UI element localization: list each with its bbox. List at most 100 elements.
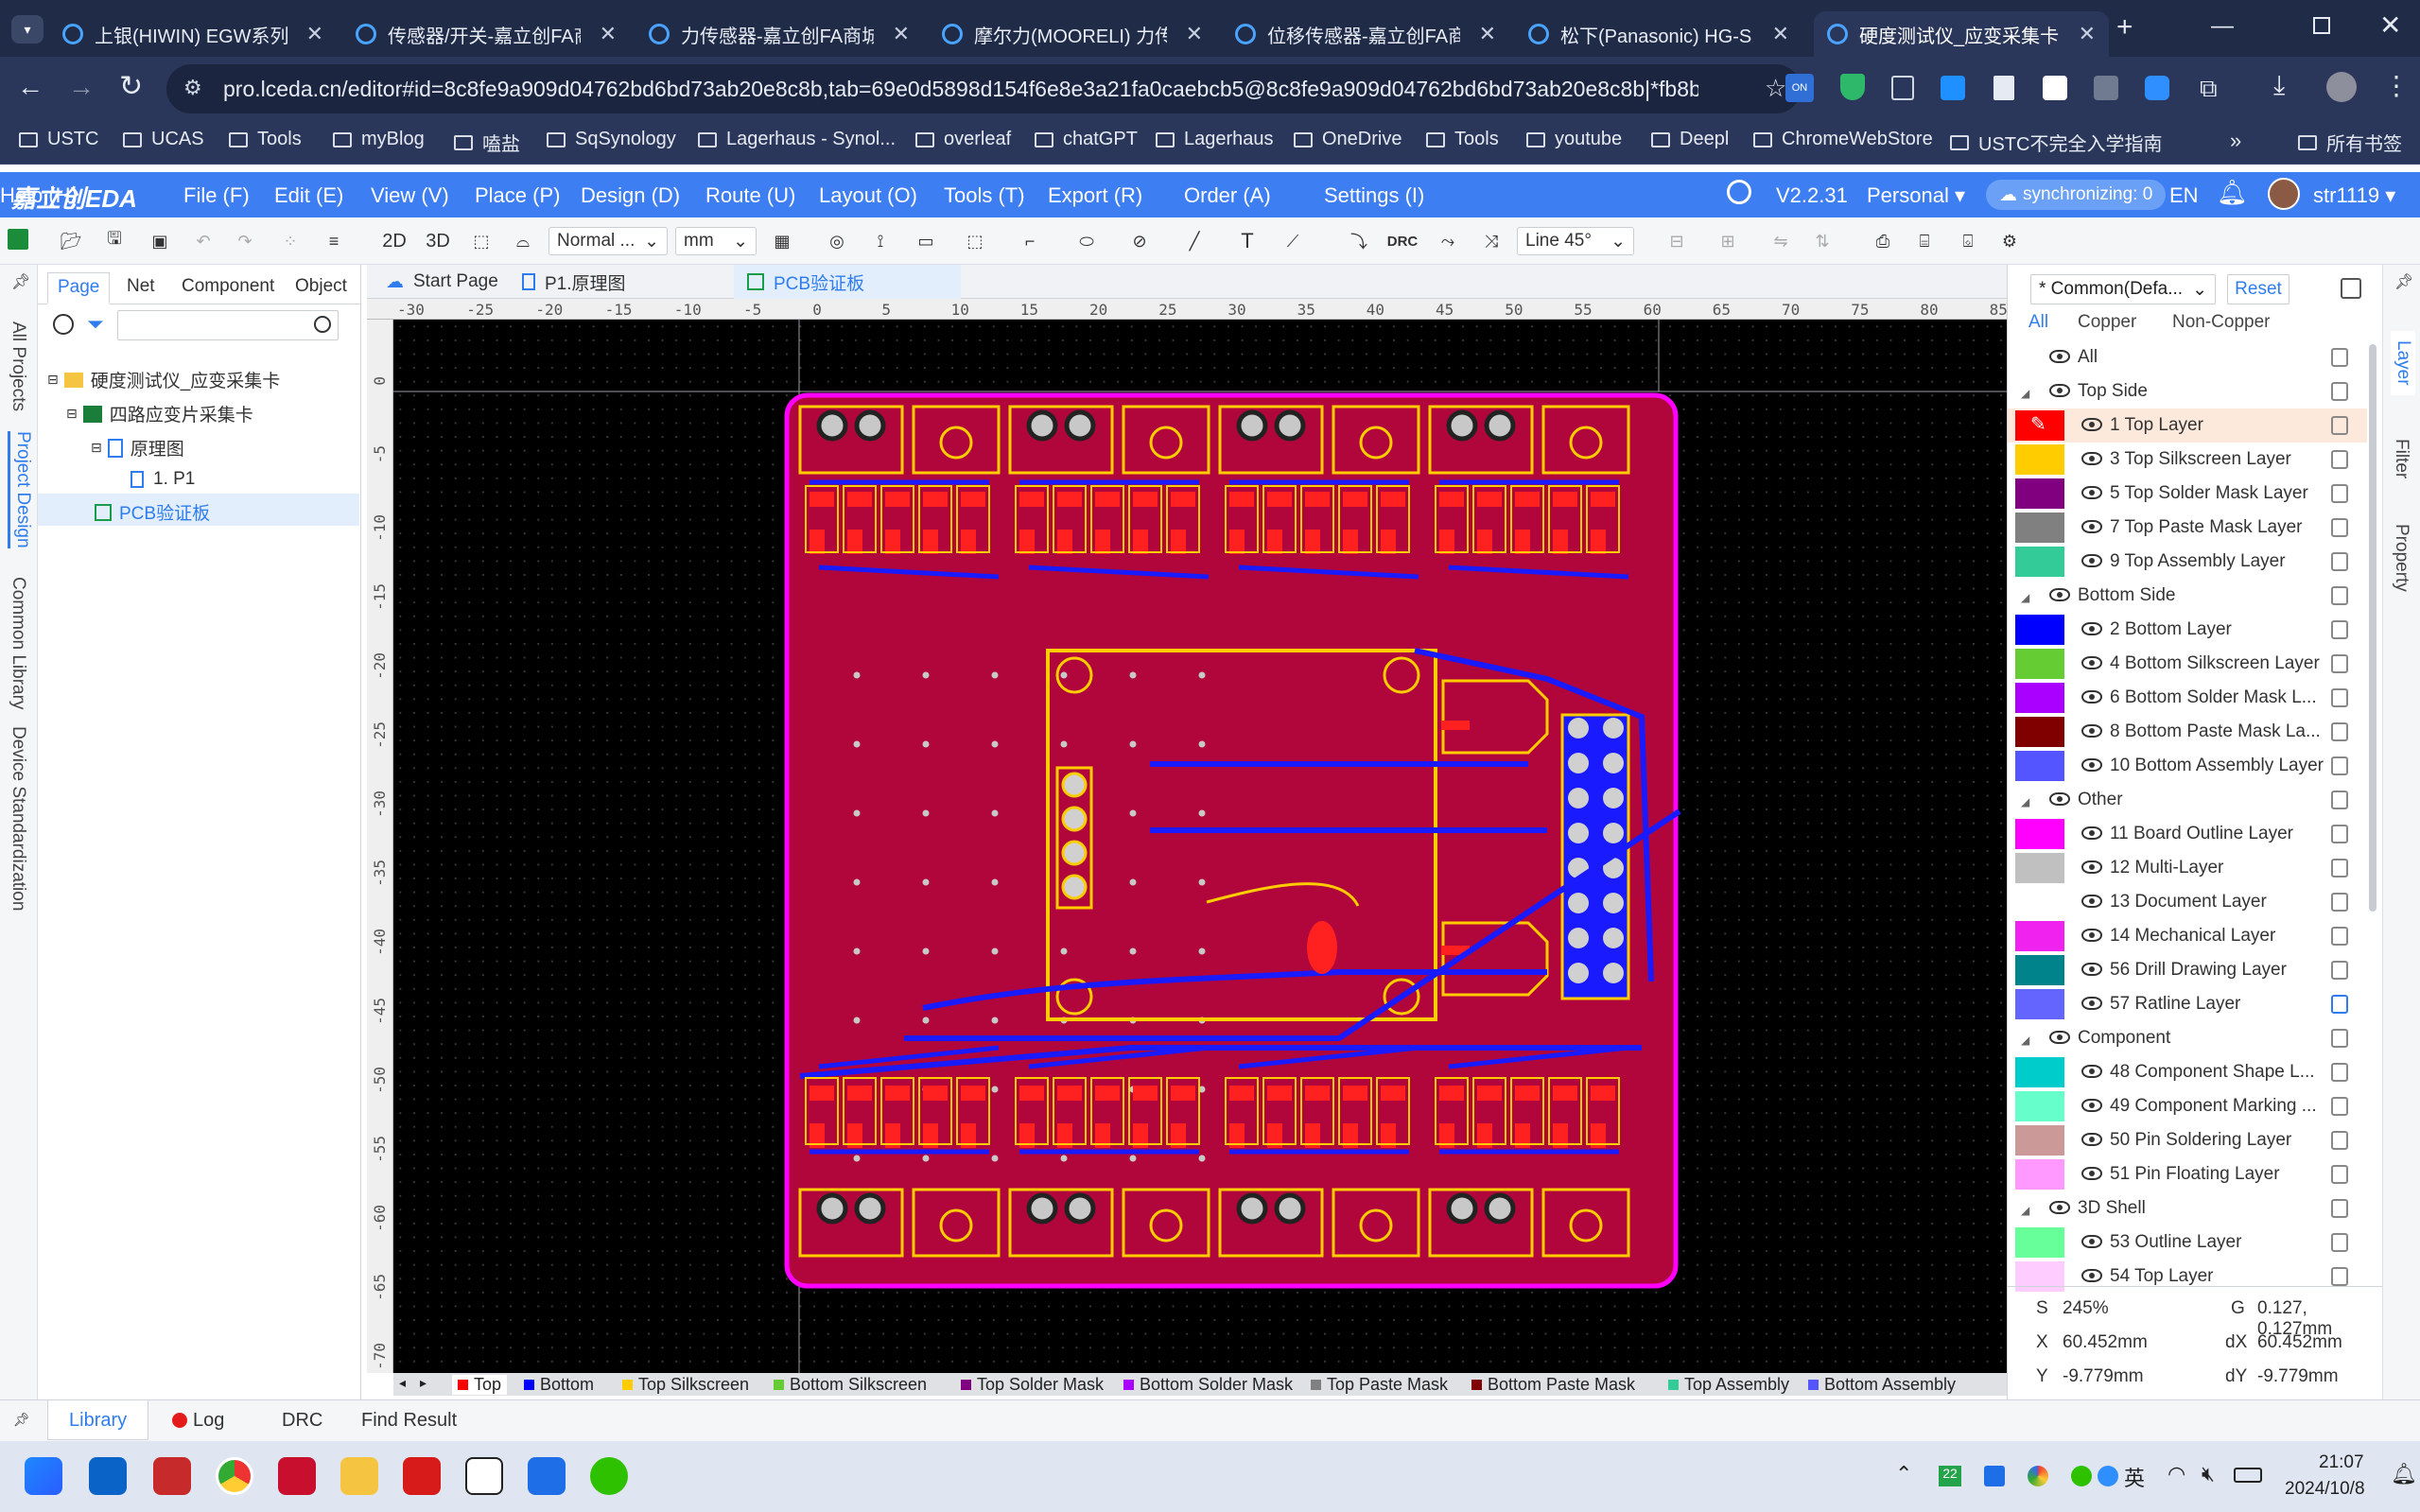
download-icon[interactable]: ⤓: [2273, 70, 2285, 101]
layer-color-swatch[interactable]: [2015, 513, 2064, 543]
zotero-icon[interactable]: [153, 1457, 191, 1495]
layer-color-swatch[interactable]: [2015, 989, 2064, 1019]
site-info-icon[interactable]: ⚙: [183, 76, 202, 100]
eye-icon[interactable]: [2081, 656, 2102, 669]
eye-icon[interactable]: [2081, 1099, 2102, 1112]
layer-group-row[interactable]: ◢ Other: [2008, 783, 2367, 817]
eye-icon[interactable]: [2081, 895, 2102, 908]
minimize-icon[interactable]: —: [2211, 13, 2234, 40]
polygon-icon[interactable]: ⌐: [1018, 229, 1042, 253]
bookmark-item[interactable]: OneDrive: [1294, 129, 1402, 150]
tray-color-icon[interactable]: [2028, 1466, 2048, 1486]
via-icon[interactable]: ◎: [825, 229, 849, 253]
no-entry-icon[interactable]: ⊘: [1127, 229, 1152, 253]
distribute-icon[interactable]: ⊞: [1715, 229, 1740, 253]
reload-icon[interactable]: ↻: [119, 70, 143, 103]
eye-icon[interactable]: [2081, 1065, 2102, 1078]
unit-select[interactable]: mm ⌄: [675, 227, 757, 255]
eye-icon[interactable]: [2049, 350, 2070, 363]
browser-tab[interactable]: 硬度测试仪_应变采集卡 ✕: [1814, 11, 2109, 57]
dimension-icon[interactable]: ⟋: [1280, 229, 1305, 253]
pin-icon[interactable]: 📌︎: [11, 272, 30, 291]
menu-item[interactable]: Route (U): [705, 183, 795, 208]
layer-color-swatch[interactable]: [2015, 853, 2064, 883]
layer-group-row[interactable]: ◢ Component: [2008, 1021, 2367, 1055]
copy-extension-icon[interactable]: [1891, 76, 1914, 100]
view-3d-button[interactable]: 3D: [422, 229, 454, 253]
close-tab-icon[interactable]: ✕: [306, 22, 323, 46]
layer-row[interactable]: 57 Ratline Layer: [2008, 987, 2367, 1021]
layer-color-swatch[interactable]: [2015, 955, 2064, 985]
notion-extension-icon[interactable]: [2043, 76, 2067, 100]
lock-icon[interactable]: [2331, 995, 2348, 1014]
search-icon[interactable]: [1727, 180, 1751, 204]
bookmark-item[interactable]: Tools: [229, 129, 302, 150]
new-tab-icon[interactable]: +: [2116, 11, 2133, 43]
bookmark-item[interactable]: 嗑盐: [454, 129, 520, 156]
tab-pcb[interactable]: PCB验证板: [734, 265, 961, 299]
close-tab-icon[interactable]: ✕: [1479, 22, 1496, 46]
layer-group-row[interactable]: All: [2008, 340, 2367, 374]
lock-icon[interactable]: [2331, 1199, 2348, 1218]
bookmark-item[interactable]: Tools: [1426, 129, 1499, 150]
browser-tab[interactable]: 摩尔力(MOORELI) 力传感 ✕: [929, 11, 1216, 57]
file-explorer-icon[interactable]: [340, 1457, 378, 1495]
close-tab-icon[interactable]: ✕: [893, 22, 910, 46]
layer-row[interactable]: 7 Top Paste Mask Layer: [2008, 511, 2367, 545]
tab-search-button[interactable]: ▾: [11, 15, 44, 43]
layer-row[interactable]: 50 Pin Soldering Layer: [2008, 1123, 2367, 1157]
list-icon[interactable]: ≡: [322, 229, 346, 253]
outlook-icon[interactable]: [89, 1457, 127, 1495]
eye-icon[interactable]: [2081, 724, 2102, 738]
tree-search-input[interactable]: [117, 310, 339, 340]
close-tab-icon[interactable]: ✕: [1772, 22, 1789, 46]
forward-icon[interactable]: →: [68, 72, 95, 102]
filter-copper[interactable]: Copper: [2078, 312, 2136, 333]
bell-icon[interactable]: 🔔︎: [2217, 178, 2248, 207]
url-field[interactable]: ⚙ pro.lceda.cn/editor#id=8c8fe9a909d0476…: [166, 64, 1801, 113]
browser-tab[interactable]: 力传感器-嘉立创FA商城 ✕: [635, 11, 923, 57]
layer-color-swatch[interactable]: [2015, 717, 2064, 747]
rect-select-icon[interactable]: ▭: [914, 229, 938, 253]
ellipse-icon[interactable]: ⬭: [1074, 229, 1099, 253]
layer-color-swatch[interactable]: [2015, 547, 2064, 577]
layer-row[interactable]: 49 Component Marking ...: [2008, 1089, 2367, 1123]
layer-color-swatch[interactable]: [2015, 1091, 2064, 1121]
tab-filter[interactable]: Filter: [2391, 439, 2411, 478]
gear-extension-icon[interactable]: [2094, 76, 2118, 100]
start-icon[interactable]: [25, 1457, 62, 1495]
eye-icon[interactable]: [2049, 384, 2070, 397]
tab-layer[interactable]: Layer: [2391, 331, 2415, 395]
eye-icon[interactable]: [2081, 963, 2102, 976]
eye-icon[interactable]: [2081, 486, 2102, 499]
settings-gear-icon[interactable]: ⚙: [1997, 229, 2022, 253]
tab-all-projects[interactable]: All Projects: [8, 322, 28, 411]
tab-project-design[interactable]: Project Design: [8, 431, 33, 548]
lock-icon[interactable]: [2331, 722, 2348, 741]
new-icon[interactable]: [8, 229, 28, 250]
layer-row[interactable]: 3 Top Silkscreen Layer: [2008, 443, 2367, 477]
prev-layer-icon[interactable]: ◂: [399, 1375, 406, 1391]
menu-item[interactable]: Export (R): [1048, 183, 1142, 208]
user-avatar[interactable]: [2268, 178, 2300, 210]
eye-icon[interactable]: [2081, 1133, 2102, 1146]
undo-icon[interactable]: ↶: [191, 229, 216, 253]
highlight-icon[interactable]: ⌓: [511, 229, 535, 253]
layer-scrollbar[interactable]: [2369, 344, 2376, 912]
lock-icon[interactable]: [2331, 1165, 2348, 1184]
tab-common-library[interactable]: Common Library: [8, 577, 28, 709]
layer-color-swatch[interactable]: [2015, 751, 2064, 781]
notion-icon[interactable]: [465, 1457, 503, 1495]
layer-strip-item[interactable]: Bottom: [524, 1375, 594, 1395]
layer-color-swatch[interactable]: [2015, 683, 2064, 713]
lock-icon[interactable]: [2331, 620, 2348, 639]
search-submit-icon[interactable]: [314, 316, 331, 333]
bookmark-star-icon[interactable]: ☆: [1765, 74, 1786, 103]
eye-icon[interactable]: [2081, 997, 2102, 1010]
layer-row[interactable]: 2 Bottom Layer: [2008, 613, 2367, 647]
layer-color-swatch[interactable]: [2015, 1057, 2064, 1087]
layer-strip-item[interactable]: Top Solder Mask: [961, 1375, 1104, 1395]
tab-start-page[interactable]: ☁ Start Page: [373, 265, 512, 299]
bookmark-item[interactable]: Lagerhaus: [1156, 129, 1274, 150]
collapse-triangle-icon[interactable]: ◢: [2021, 1204, 2029, 1217]
